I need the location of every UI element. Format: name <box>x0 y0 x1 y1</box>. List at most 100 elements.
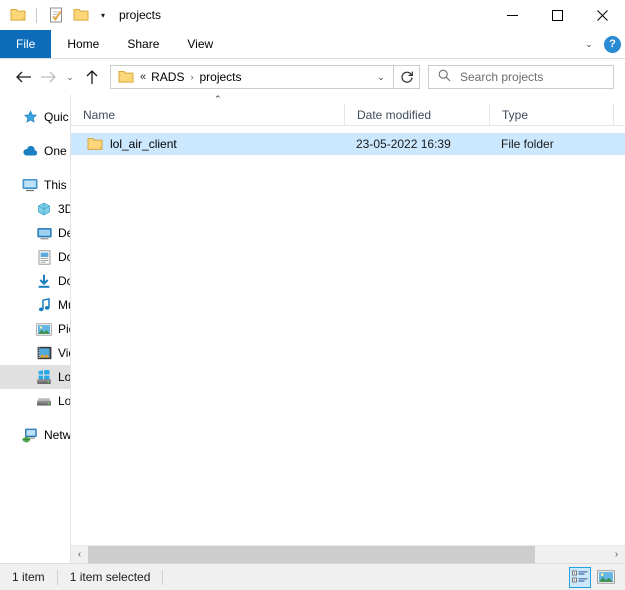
videos-icon <box>36 345 52 361</box>
chevron-down-icon[interactable]: ⌄ <box>369 66 393 88</box>
desktop-icon <box>36 225 52 241</box>
sidebar-item-desktop[interactable]: De <box>0 221 70 245</box>
back-button[interactable] <box>11 64 36 90</box>
column-header-row: Name Date modified Type Si <box>71 104 625 126</box>
scroll-right-button[interactable]: › <box>608 546 625 563</box>
refresh-button[interactable] <box>394 65 420 89</box>
sort-indicator-row: ⌃ <box>71 95 625 104</box>
sidebar-item-videos[interactable]: Vid <box>0 341 70 365</box>
title-bar: ▾ projects <box>0 0 625 30</box>
table-row[interactable]: lol_air_client 23-05-2022 16:39 File fol… <box>71 133 625 155</box>
drive-icon <box>36 393 52 409</box>
search-placeholder: Search projects <box>460 70 544 84</box>
quick-access-toolbar: ▾ <box>0 6 110 25</box>
sidebar-item-onedrive[interactable]: One <box>0 139 70 163</box>
column-header-date-modified[interactable]: Date modified <box>344 104 489 125</box>
windows-drive-icon <box>36 369 52 385</box>
documents-icon <box>36 249 52 265</box>
folder-icon <box>87 137 103 151</box>
sidebar-item-network[interactable]: Netw <box>0 423 70 447</box>
toolbar-divider <box>36 7 37 23</box>
up-button[interactable] <box>79 64 104 90</box>
sidebar-label: This <box>44 178 67 192</box>
explorer-body: Quic One This 3 D D D M Pi Vi L L Netw ⌃… <box>0 95 625 563</box>
sidebar-item-local-disk-d[interactable]: Lo <box>0 389 70 413</box>
sidebar-item-local-disk-c[interactable]: Lo <box>0 365 70 389</box>
scrollbar-track[interactable] <box>88 546 608 563</box>
sidebar-item-music[interactable]: Mu <box>0 293 70 317</box>
address-bar: ⌄ « RADS › projects ⌄ Search projects <box>0 59 625 95</box>
pictures-icon <box>36 321 52 337</box>
sidebar-item-quick-access[interactable]: Quic <box>0 105 70 129</box>
chevron-down-icon[interactable]: ⌄ <box>581 39 597 50</box>
scrollbar-thumb[interactable] <box>88 546 536 563</box>
sidebar-label: Lo <box>58 394 70 408</box>
sort-ascending-icon: ⌃ <box>214 94 222 104</box>
sidebar-label: Do <box>58 250 70 264</box>
column-header-type[interactable]: Type <box>489 104 613 125</box>
breadcrumb-folder-icon <box>118 70 134 84</box>
tab-view[interactable]: View <box>173 30 227 58</box>
file-list[interactable]: lol_air_client 23-05-2022 16:39 File fol… <box>71 126 625 545</box>
sidebar-label: One <box>44 144 67 158</box>
recent-locations-button[interactable]: ⌄ <box>61 64 79 90</box>
file-date-cell: 23-05-2022 16:39 <box>356 137 451 151</box>
sidebar-label: Vid <box>58 346 70 360</box>
file-type-cell: File folder <box>501 137 554 151</box>
new-folder-icon[interactable] <box>71 6 90 25</box>
breadcrumb-separator[interactable]: › <box>190 72 193 82</box>
sidebar-label: Lo <box>58 370 70 384</box>
ribbon-tab-bar: File Home Share View ⌄ ? <box>0 30 625 59</box>
large-icons-view-button[interactable] <box>595 567 617 588</box>
column-header-name[interactable]: Name <box>71 104 344 125</box>
navigation-pane[interactable]: Quic One This 3 D D D M Pi Vi L L Netw <box>0 95 71 563</box>
status-item-count: 1 item <box>12 570 45 584</box>
folder-icon[interactable] <box>8 6 27 25</box>
breadcrumb[interactable]: « RADS › projects ⌄ <box>110 65 394 89</box>
search-icon <box>438 69 451 85</box>
file-name-label: lol_air_client <box>110 137 177 151</box>
maximize-button[interactable] <box>535 0 580 30</box>
sidebar-item-3d-objects[interactable]: 3D <box>0 197 70 221</box>
sidebar-item-pictures[interactable]: Pic <box>0 317 70 341</box>
sidebar-label: 3D <box>58 202 70 216</box>
tab-share[interactable]: Share <box>113 30 173 58</box>
file-name-cell[interactable]: lol_air_client <box>71 137 344 151</box>
close-button[interactable] <box>580 0 625 30</box>
search-input[interactable]: Search projects <box>428 65 614 89</box>
network-icon <box>22 427 38 443</box>
window-title: projects <box>119 8 162 22</box>
tab-home[interactable]: Home <box>53 30 113 58</box>
sidebar-label: Netw <box>44 428 70 442</box>
details-view-button[interactable] <box>569 566 591 588</box>
content-pane: ⌃ Name Date modified Type Si <box>71 95 625 563</box>
horizontal-scrollbar[interactable]: ‹ › <box>71 545 625 563</box>
properties-icon[interactable] <box>46 6 65 25</box>
3d-objects-icon <box>36 201 52 217</box>
scroll-left-button[interactable]: ‹ <box>71 546 88 563</box>
breadcrumb-item-rads[interactable]: RADS <box>151 70 184 84</box>
breadcrumb-overflow-icon[interactable]: « <box>140 71 146 83</box>
sidebar-item-this-pc[interactable]: This <box>0 173 70 197</box>
column-header-size[interactable]: Si <box>613 104 625 125</box>
music-icon <box>36 297 52 313</box>
breadcrumb-item-projects[interactable]: projects <box>199 70 241 84</box>
sidebar-item-documents[interactable]: Do <box>0 245 70 269</box>
forward-button[interactable] <box>36 64 61 90</box>
customize-toolbar-caret[interactable]: ▾ <box>96 6 110 25</box>
cloud-icon <box>22 143 38 159</box>
ribbon-right-controls: ⌄ ? <box>581 30 621 58</box>
file-explorer-window: ▾ projects File Home Share View ⌄ ? ⌄ « … <box>0 0 625 590</box>
status-divider <box>162 569 164 585</box>
sidebar-item-downloads[interactable]: Do <box>0 269 70 293</box>
sidebar-label: De <box>58 226 70 240</box>
minimize-button[interactable] <box>490 0 535 30</box>
help-button[interactable]: ? <box>604 35 621 53</box>
star-icon <box>22 109 38 125</box>
monitor-icon <box>22 177 38 193</box>
tab-file[interactable]: File <box>0 30 52 58</box>
sidebar-label: Pic <box>58 322 70 336</box>
view-mode-buttons <box>569 564 617 590</box>
